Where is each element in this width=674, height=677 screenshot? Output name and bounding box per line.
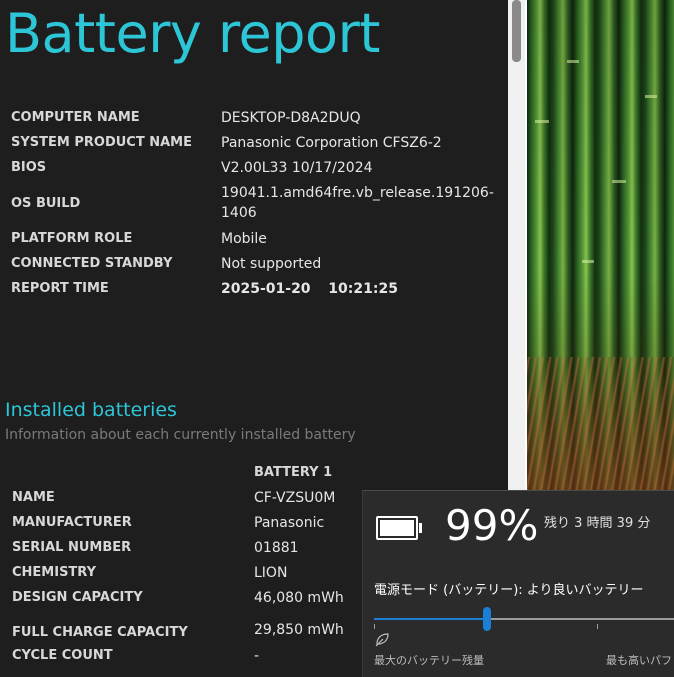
info-label: SYSTEM PRODUCT NAME bbox=[11, 135, 192, 150]
info-value: DESKTOP-D8A2DUQ bbox=[221, 109, 361, 126]
info-value: 19041.1.amd64fre.vb_release.191206-1406 bbox=[221, 185, 494, 221]
slider-tick bbox=[374, 624, 375, 629]
info-value: Not supported bbox=[221, 255, 322, 272]
slider-track-fill bbox=[374, 618, 487, 620]
battery-label: DESIGN CAPACITY bbox=[12, 590, 143, 605]
bamboo-node bbox=[645, 95, 657, 98]
info-row-os-build: OS BUILD 19041.1.amd64fre.vb_release.191… bbox=[11, 180, 494, 226]
page-title: Battery report bbox=[5, 2, 380, 65]
leaf-icon bbox=[375, 633, 389, 647]
battery-label: SERIAL NUMBER bbox=[12, 540, 132, 555]
info-label: COMPUTER NAME bbox=[11, 110, 140, 125]
installed-batteries-subtitle: Information about each currently install… bbox=[5, 427, 356, 443]
slider-min-label: 最大のバッテリー残量 bbox=[374, 654, 484, 667]
slider-max-label: 最も高いパフォ bbox=[606, 654, 674, 667]
slider-tick bbox=[597, 624, 598, 629]
bamboo-node bbox=[567, 60, 579, 63]
battery-label: NAME bbox=[12, 490, 55, 505]
info-row-connected-standby: CONNECTED STANDBY Not supported bbox=[11, 251, 486, 276]
battery-flyout[interactable]: 99% 残り 3 時間 39 分 電源モード (バッテリー): より良いバッテリ… bbox=[362, 490, 674, 677]
battery-icon bbox=[376, 516, 422, 540]
info-label: OS BUILD bbox=[11, 195, 81, 211]
battery-column-header: BATTERY 1 bbox=[254, 465, 333, 480]
battery-icon-tip bbox=[419, 523, 422, 533]
info-label: CONNECTED STANDBY bbox=[11, 256, 173, 271]
info-value: V2.00L33 10/17/2024 bbox=[221, 159, 373, 176]
bamboo-node bbox=[612, 180, 626, 183]
bamboo-node bbox=[582, 260, 594, 263]
installed-batteries-heading: Installed batteries bbox=[5, 399, 177, 421]
info-row-bios: BIOS V2.00L33 10/17/2024 bbox=[11, 155, 486, 180]
bamboo-node bbox=[535, 120, 549, 123]
system-info-table: COMPUTER NAME DESKTOP-D8A2DUQ SYSTEM PRO… bbox=[11, 105, 494, 301]
battery-label: MANUFACTURER bbox=[12, 515, 132, 530]
battery-icon-fill bbox=[380, 520, 414, 536]
info-row-system-product-name: SYSTEM PRODUCT NAME Panasonic Corporatio… bbox=[11, 130, 486, 155]
battery-label: CYCLE COUNT bbox=[12, 648, 113, 663]
info-value: Mobile bbox=[221, 230, 267, 247]
info-row-report-time: REPORT TIME 2025-01-20 10:21:25 bbox=[11, 276, 486, 301]
info-row-computer-name: COMPUTER NAME DESKTOP-D8A2DUQ bbox=[11, 105, 486, 130]
info-label: REPORT TIME bbox=[11, 281, 109, 296]
scrollbar-thumb[interactable] bbox=[512, 0, 521, 62]
battery-time-remaining: 残り 3 時間 39 分 bbox=[544, 516, 651, 531]
slider-thumb[interactable] bbox=[482, 607, 491, 631]
info-label: PLATFORM ROLE bbox=[11, 231, 133, 246]
info-row-platform-role: PLATFORM ROLE Mobile bbox=[11, 226, 486, 251]
battery-percent: 99% bbox=[445, 501, 539, 550]
info-label: BIOS bbox=[11, 160, 47, 175]
power-mode-slider[interactable] bbox=[374, 607, 674, 633]
battery-label: CHEMISTRY bbox=[12, 565, 97, 580]
battery-label: FULL CHARGE CAPACITY bbox=[12, 625, 188, 640]
info-value: 2025-01-20 10:21:25 bbox=[221, 280, 398, 297]
power-mode-label: 電源モード (バッテリー): より良いバッテリー bbox=[374, 583, 644, 598]
info-value: Panasonic Corporation CFSZ6-2 bbox=[221, 134, 442, 151]
